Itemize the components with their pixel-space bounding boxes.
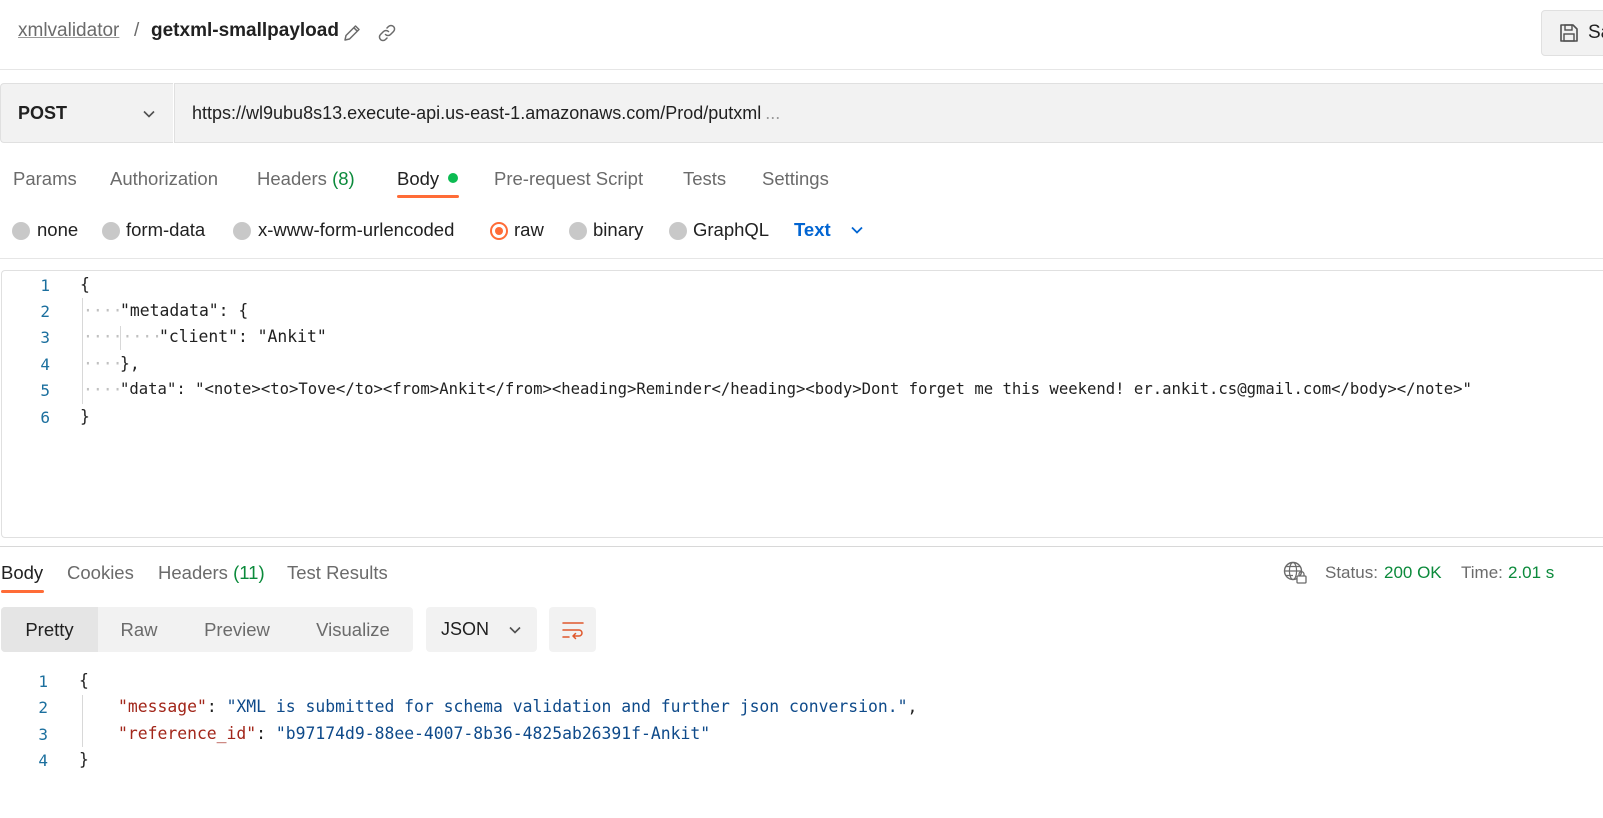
- response-code-line: }: [79, 750, 89, 769]
- response-tab-test-results[interactable]: Test Results: [287, 562, 388, 584]
- tab-authorization[interactable]: Authorization: [110, 168, 218, 190]
- json-string: "b97174d9-88ee-4007-8b36-4825ab26391f-An…: [275, 724, 711, 743]
- code-line: }: [80, 407, 90, 426]
- save-icon: [1560, 24, 1578, 42]
- radio-binary[interactable]: [569, 222, 587, 240]
- code-line: "client": "Ankit": [159, 327, 327, 346]
- response-tab-body[interactable]: Body: [1, 562, 43, 584]
- method-select[interactable]: POST: [0, 83, 173, 143]
- code-line: },: [120, 354, 140, 373]
- json-key: "reference_id": [118, 724, 257, 743]
- response-tab-headers[interactable]: Headers (11): [158, 562, 265, 584]
- tab-headers-count: (8): [332, 168, 355, 189]
- status-value[interactable]: 200 OK: [1384, 563, 1442, 583]
- tab-headers[interactable]: Headers (8): [257, 168, 355, 190]
- body-options-divider: [0, 258, 1603, 259]
- pane-divider[interactable]: [0, 546, 1603, 547]
- tab-pre-request-script[interactable]: Pre-request Script: [494, 168, 643, 190]
- view-raw-button[interactable]: Raw: [98, 607, 180, 652]
- line-number: 4: [40, 355, 50, 374]
- view-preview-button[interactable]: Preview: [180, 607, 294, 652]
- line-number: 1: [40, 276, 50, 295]
- line-number: 3: [40, 328, 50, 347]
- line-number: 5: [40, 381, 50, 400]
- tab-settings[interactable]: Settings: [762, 168, 829, 190]
- line-number: 4: [38, 751, 48, 770]
- response-code-line: {: [79, 671, 89, 690]
- response-active-tab-underline: [1, 590, 44, 593]
- code-line: {: [80, 275, 90, 294]
- url-input[interactable]: https://wl9ubu8s13.execute-api.us-east-1…: [174, 83, 1603, 143]
- radio-form-data[interactable]: [102, 222, 120, 240]
- radio-graphql[interactable]: [669, 222, 687, 240]
- response-tab-cookies[interactable]: Cookies: [67, 562, 134, 584]
- whitespace-dots: ····: [83, 301, 123, 320]
- language-select[interactable]: Text: [794, 219, 831, 241]
- chevron-down-icon[interactable]: [849, 222, 865, 243]
- line-number: 2: [40, 302, 50, 321]
- tab-body-label: Body: [397, 168, 440, 189]
- save-label: Sa: [1588, 22, 1603, 43]
- response-headers-count: (11): [233, 562, 265, 583]
- line-number: 1: [38, 672, 48, 691]
- line-number: 2: [38, 698, 48, 717]
- breadcrumb-collection[interactable]: xmlvalidator: [18, 20, 119, 42]
- time-label: Time:: [1461, 563, 1503, 582]
- globe-lock-icon[interactable]: [1282, 560, 1308, 591]
- url-text: https://wl9ubu8s13.execute-api.us-east-1…: [192, 102, 762, 123]
- request-name[interactable]: getxml-smallpayload: [151, 20, 339, 42]
- view-pretty-label: Pretty: [25, 618, 74, 640]
- radio-urlencoded[interactable]: [233, 222, 251, 240]
- tab-params[interactable]: Params: [13, 168, 77, 190]
- wrap-lines-button[interactable]: [549, 607, 596, 652]
- tab-tests[interactable]: Tests: [683, 168, 726, 190]
- line-number: 6: [40, 408, 50, 427]
- response-tab-headers-label: Headers: [158, 562, 228, 583]
- whitespace-dots: ········: [83, 327, 162, 346]
- radio-urlencoded-label[interactable]: x-www-form-urlencoded: [258, 219, 454, 241]
- chevron-down-icon: [143, 110, 155, 118]
- url-overflow: ...: [765, 102, 781, 123]
- response-code-line: "reference_id": "b97174d9-88ee-4007-8b36…: [118, 724, 711, 743]
- view-visualize-button[interactable]: Visualize: [294, 607, 412, 652]
- link-icon[interactable]: [376, 22, 398, 44]
- view-pretty-button[interactable]: Pretty: [1, 607, 98, 652]
- radio-graphql-label[interactable]: GraphQL: [693, 219, 769, 241]
- indent-guide: [82, 695, 83, 747]
- whitespace-dots: ····: [83, 354, 123, 373]
- header-divider: [0, 69, 1603, 70]
- pencil-icon[interactable]: [341, 22, 363, 44]
- chevron-down-icon: [509, 626, 521, 634]
- body-indicator-dot: [448, 173, 459, 184]
- code-line: "data": "<note><to>Tove</to><from>Ankit<…: [120, 380, 1472, 398]
- line-number: 3: [38, 725, 48, 744]
- language-label: Text: [794, 219, 831, 240]
- view-visualize-label: Visualize: [316, 618, 390, 640]
- response-format-label: JSON: [441, 619, 490, 639]
- view-preview-label: Preview: [204, 618, 270, 640]
- method-label: POST: [18, 102, 68, 123]
- view-raw-label: Raw: [120, 618, 158, 640]
- wrap-lines-icon: [561, 621, 584, 639]
- json-key: "message": [118, 697, 207, 716]
- save-button[interactable]: Sa: [1541, 10, 1603, 56]
- radio-binary-label[interactable]: binary: [593, 219, 643, 241]
- tab-body[interactable]: Body: [397, 168, 459, 190]
- radio-none[interactable]: [12, 222, 30, 240]
- whitespace-dots: ····: [83, 380, 123, 399]
- time-value[interactable]: 2.01 s: [1508, 563, 1554, 583]
- tab-headers-label: Headers: [257, 168, 327, 189]
- radio-form-data-label[interactable]: form-data: [126, 219, 205, 241]
- breadcrumb-separator: /: [134, 20, 140, 41]
- json-string: "XML is submitted for schema validation …: [226, 697, 908, 716]
- radio-raw-label[interactable]: raw: [514, 219, 544, 241]
- response-code-line: "message": "XML is submitted for schema …: [118, 697, 918, 716]
- radio-raw[interactable]: [490, 222, 508, 240]
- response-format-select[interactable]: JSON: [426, 607, 537, 652]
- active-tab-underline: [397, 195, 459, 198]
- radio-none-label[interactable]: none: [37, 219, 78, 241]
- status-label: Status:: [1325, 563, 1378, 582]
- code-line: "metadata": {: [120, 301, 249, 320]
